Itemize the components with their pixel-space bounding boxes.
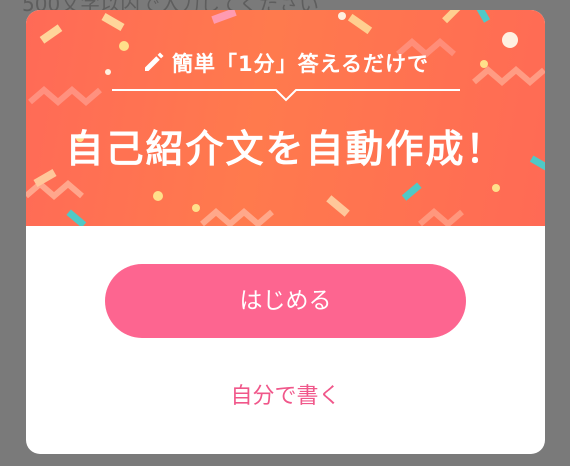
write-yourself-link[interactable]: 自分で書く [26,378,545,410]
pencil-icon [145,52,164,71]
modal-banner: 簡単「1分」答えるだけで 自己紹介文を自動作成！ [26,10,545,226]
banner-subtitle-text: 簡単「1分」答えるだけで [172,52,429,76]
auto-intro-modal: 簡単「1分」答えるだけで 自己紹介文を自動作成！ はじめる 自分で書く [26,10,545,454]
banner-subtitle: 簡単「1分」答えるだけで [26,48,545,78]
banner-title: 自己紹介文を自動作成！ [65,127,506,171]
speech-bubble-line [112,89,460,102]
start-button[interactable]: はじめる [105,264,466,338]
